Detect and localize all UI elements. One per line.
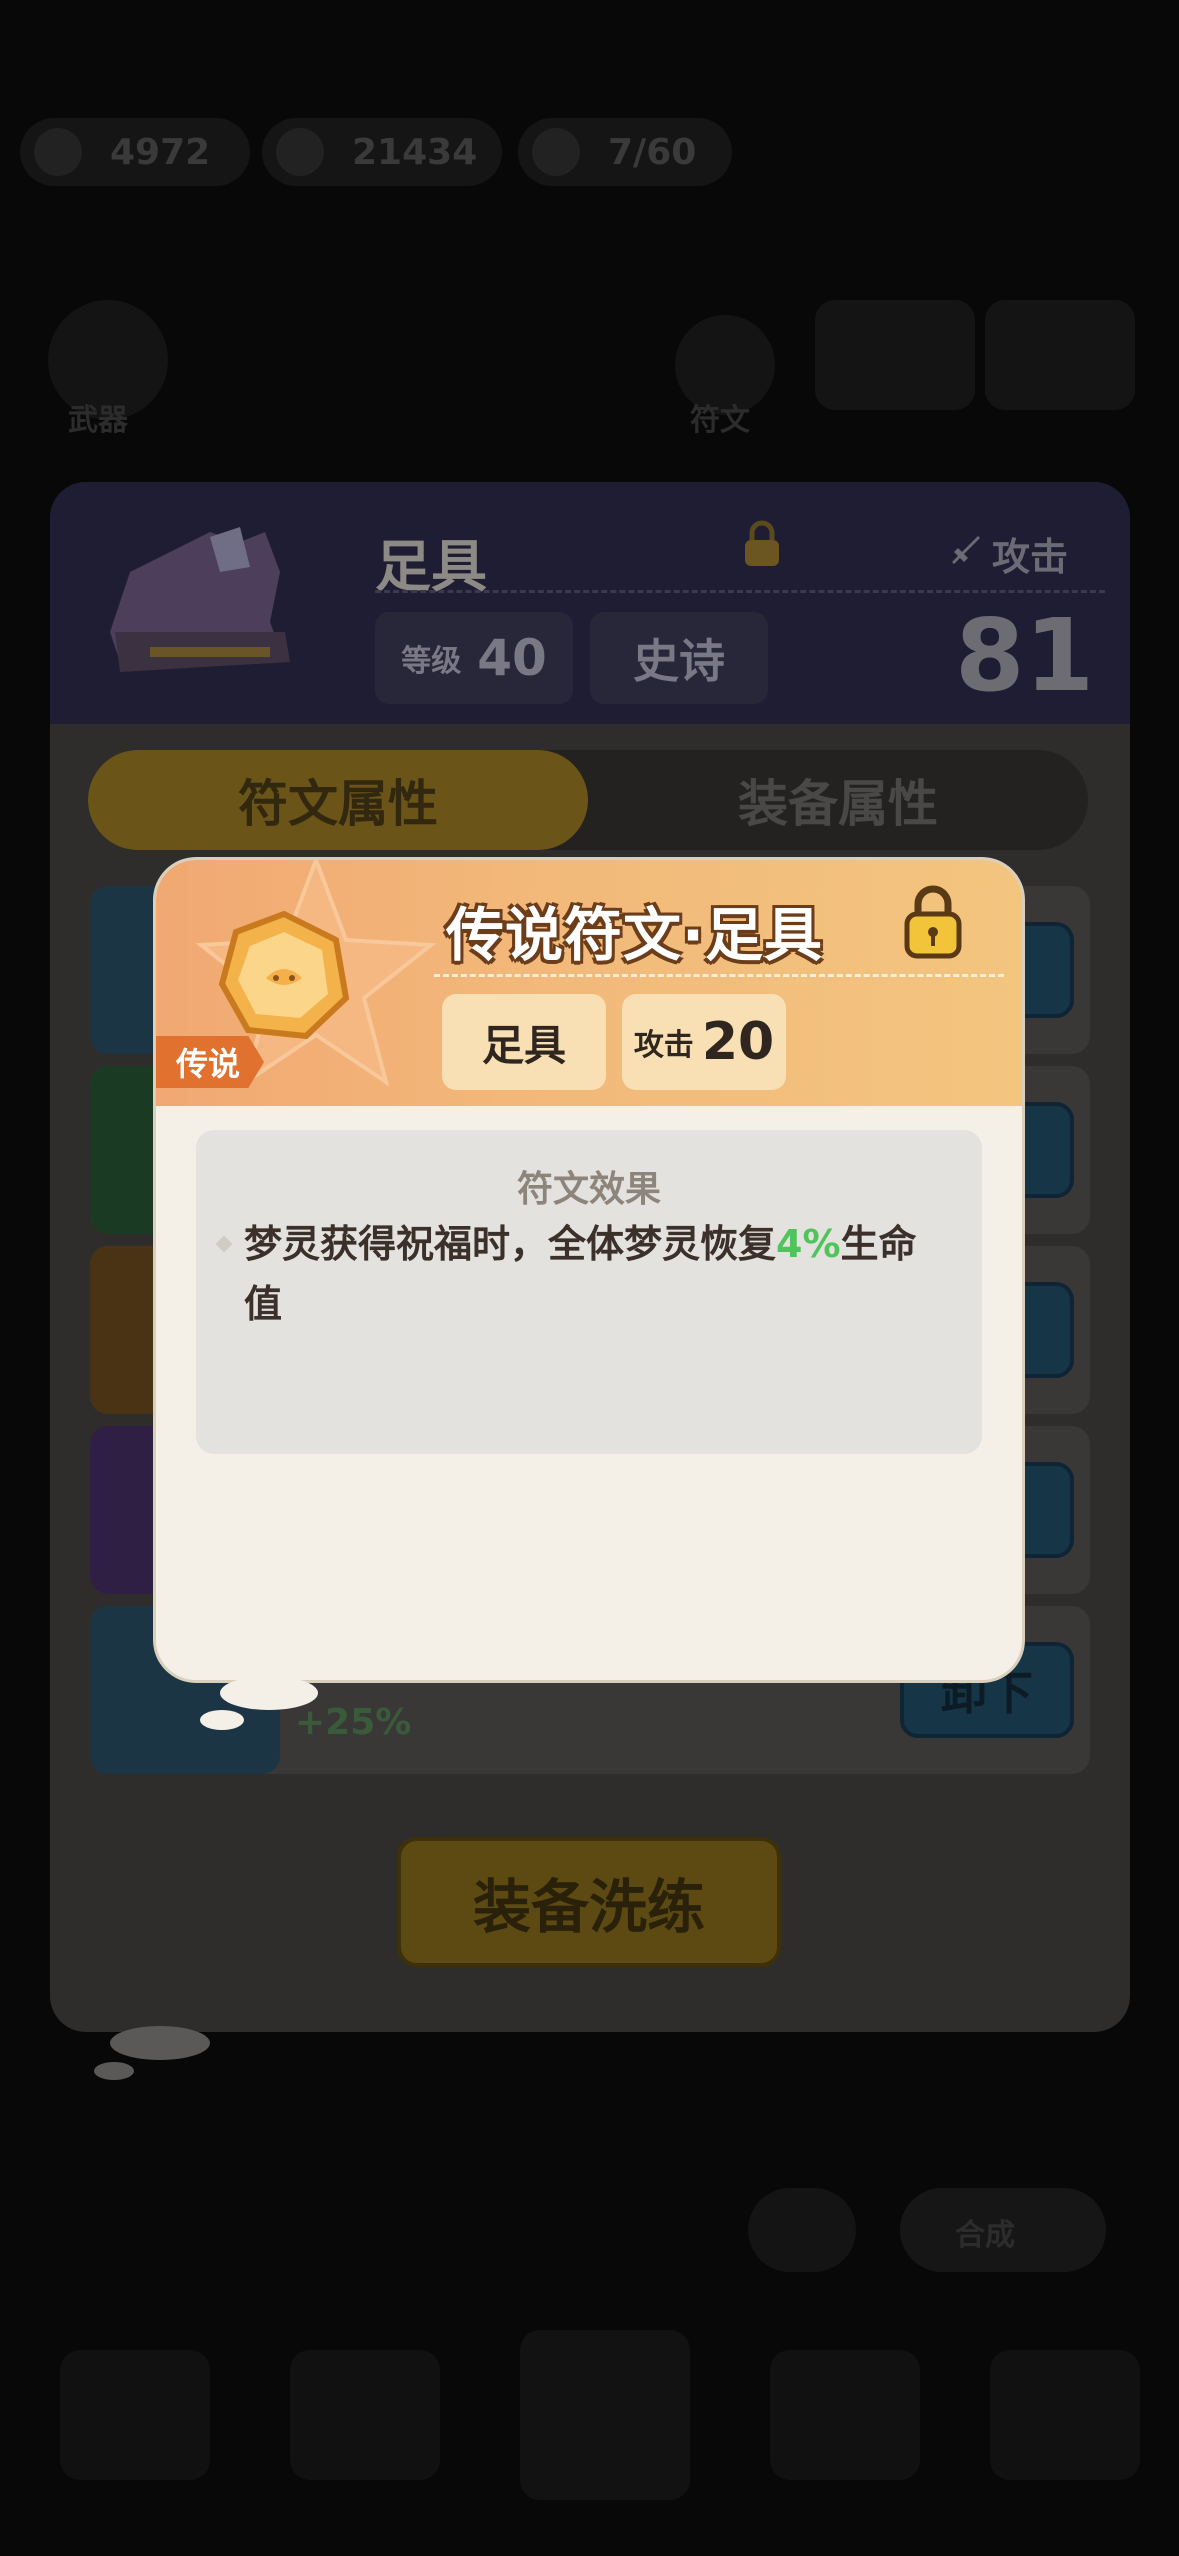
filter-button[interactable]: [748, 2188, 856, 2272]
attack-label: 攻击: [992, 535, 1069, 579]
popup-bubble-large: [220, 1676, 318, 1710]
popup-title: 传说符文·足具: [446, 901, 824, 969]
tab-rune-attributes[interactable]: 符文属性: [88, 750, 588, 850]
attack-value: 81: [955, 597, 1095, 714]
bottom-nav-item-2[interactable]: [290, 2350, 440, 2480]
rune-bonus-text: +25%: [295, 1702, 412, 1743]
effect-description: 梦灵获得祝福时，全体梦灵恢复4%生命值: [244, 1214, 944, 1334]
effect-title: 符文效果: [516, 1169, 661, 1210]
effect-text-before: 梦灵获得祝福时，全体梦灵恢复: [244, 1222, 777, 1266]
lock-icon[interactable]: [743, 520, 781, 568]
level-label: 等级: [401, 644, 462, 679]
sword-icon: [952, 536, 980, 564]
resource-value-2: 21434: [352, 131, 478, 173]
legendary-tag: 传说: [156, 1036, 264, 1088]
resource-value-1: 4972: [110, 131, 211, 173]
bottom-nav-item-3[interactable]: [520, 2330, 690, 2500]
resource-value-3: 7/60: [608, 131, 697, 173]
equipment-header: 足具 攻击 等级 40 史诗 81: [50, 482, 1130, 724]
attribute-tabs: 符文属性 装备属性: [88, 750, 1088, 850]
bottom-nav-item-5[interactable]: [990, 2350, 1140, 2480]
effect-highlight: 4%: [776, 1222, 841, 1266]
rune-effect-box: 符文效果 梦灵获得祝福时，全体梦灵恢复4%生命值: [196, 1130, 982, 1454]
slot-chip: 足具: [442, 994, 606, 1090]
popup-bubble-small: [200, 1710, 244, 1730]
compose-label: 合成: [955, 2218, 1015, 2253]
panel-bubble-small: [94, 2062, 134, 2080]
level-value: 40: [477, 629, 547, 687]
popup-attack-value: 20: [701, 1012, 775, 1072]
resource-pill-3: 7/60: [518, 118, 732, 186]
lock-icon[interactable]: [904, 882, 962, 960]
popup-attack-label: 攻击: [633, 1028, 694, 1063]
header-divider: [375, 590, 1105, 593]
level-chip: 等级 40: [375, 612, 573, 704]
panel-bubble-large: [110, 2026, 210, 2060]
rune-detail-popup: 传说 传说符文·足具 足具 攻击 20 符文效果 梦灵获得祝福时，全体梦灵恢复4…: [156, 860, 1022, 1680]
equip-slot-2[interactable]: [985, 300, 1135, 410]
bottom-nav-item-4[interactable]: [770, 2350, 920, 2480]
boot-icon: [110, 527, 290, 672]
resource-pill-1: 4972: [20, 118, 250, 186]
rune-slot-label: 符文: [690, 403, 750, 438]
gem-icon: [34, 128, 82, 176]
bottom-nav-item-1[interactable]: [60, 2350, 210, 2480]
bullet-diamond-icon: [215, 1235, 233, 1253]
resource-pill-2: 21434: [262, 118, 502, 186]
equip-slot-1[interactable]: [815, 300, 975, 410]
refine-button[interactable]: 装备洗练: [397, 1837, 781, 1967]
rarity-chip: 史诗: [590, 612, 768, 704]
popup-header: 传说 传说符文·足具 足具 攻击 20: [156, 860, 1022, 1106]
weapon-slot-label: 武器: [68, 403, 128, 438]
coin-icon: [276, 128, 324, 176]
energy-icon: [532, 128, 580, 176]
popup-divider: [434, 974, 1004, 977]
attack-chip: 攻击 20: [622, 994, 786, 1090]
tab-equipment-attributes[interactable]: 装备属性: [588, 750, 1088, 850]
rune-gem-icon: [218, 910, 350, 1040]
